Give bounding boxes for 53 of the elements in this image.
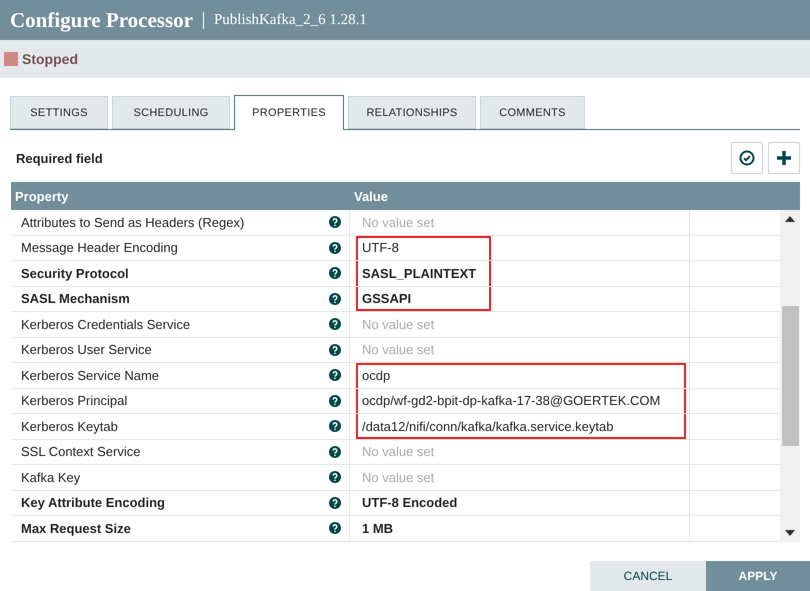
status-label: Stopped (22, 51, 78, 67)
property-name: Key Attribute Encoding (21, 495, 165, 510)
scroll-up-icon[interactable] (785, 216, 795, 222)
processor-name: PublishKafka_2_6 1.28.1 (202, 12, 367, 28)
help-icon[interactable] (329, 394, 341, 407)
property-name: SSL Context Service (21, 444, 140, 460)
scroll-down-icon[interactable] (785, 530, 795, 536)
verify-button[interactable] (731, 142, 763, 174)
help-icon[interactable] (329, 318, 341, 330)
check-circle-icon (739, 150, 755, 166)
property-value[interactable]: UTF-8 Encoded (362, 495, 458, 510)
property-value[interactable]: ocdp/wf-gd2-bpit-dp-kafka-17-38@GOERTEK.COM (362, 393, 660, 408)
plus-icon (776, 150, 792, 166)
stopped-status-icon (4, 52, 18, 66)
tab[interactable]: RELATIONSHIPS (348, 96, 476, 129)
help-icon[interactable] (329, 522, 341, 534)
tab[interactable]: SETTINGS (10, 96, 108, 129)
help-icon[interactable] (329, 267, 341, 280)
property-name: SASL Mechanism (21, 291, 130, 306)
property-value[interactable]: SASL_PLAINTEXT (362, 266, 476, 281)
property-name: Message Header Encoding (21, 240, 178, 256)
add-property-button[interactable] (768, 142, 800, 174)
property-value[interactable]: UTF-8 (362, 240, 399, 256)
help-icon[interactable] (329, 216, 341, 228)
help-icon[interactable] (329, 292, 341, 305)
property-name: Security Protocol (21, 266, 129, 281)
scroll-thumb[interactable] (782, 306, 798, 446)
scrollbar[interactable] (780, 210, 800, 542)
property-value[interactable]: ocdp (362, 368, 390, 383)
help-icon[interactable] (329, 446, 341, 458)
property-name: Kerberos Principal (21, 393, 128, 408)
dialog-title: Configure Processor (10, 8, 193, 32)
help-icon[interactable] (329, 471, 341, 484)
cancel-button[interactable]: CANCEL (590, 561, 706, 591)
property-name: Kerberos Keytab (21, 418, 118, 434)
required-field-label: Required field (16, 150, 103, 166)
property-name: Max Request Size (21, 520, 131, 536)
help-icon[interactable] (329, 369, 341, 382)
tab[interactable]: PROPERTIES (234, 95, 344, 130)
property-name: Kafka Key (21, 470, 80, 485)
property-value[interactable]: GSSAPI (362, 291, 412, 306)
tab[interactable]: SCHEDULING (112, 96, 230, 129)
tab[interactable]: COMMENTS (480, 96, 585, 129)
property-name: Kerberos Credentials Service (21, 316, 190, 332)
property-value[interactable]: 1 MB (362, 520, 394, 536)
help-icon[interactable] (329, 496, 341, 509)
property-name: Attributes to Send as Headers (Regex) (21, 214, 244, 230)
property-name: Kerberos User Service (21, 342, 152, 358)
property-value[interactable]: /data12/nifi/conn/kafka/kafka.service.keytab (362, 418, 614, 434)
help-icon[interactable] (329, 344, 341, 356)
help-icon[interactable] (329, 420, 341, 432)
help-icon[interactable] (329, 242, 341, 254)
property-name: Kerberos Service Name (21, 368, 159, 383)
